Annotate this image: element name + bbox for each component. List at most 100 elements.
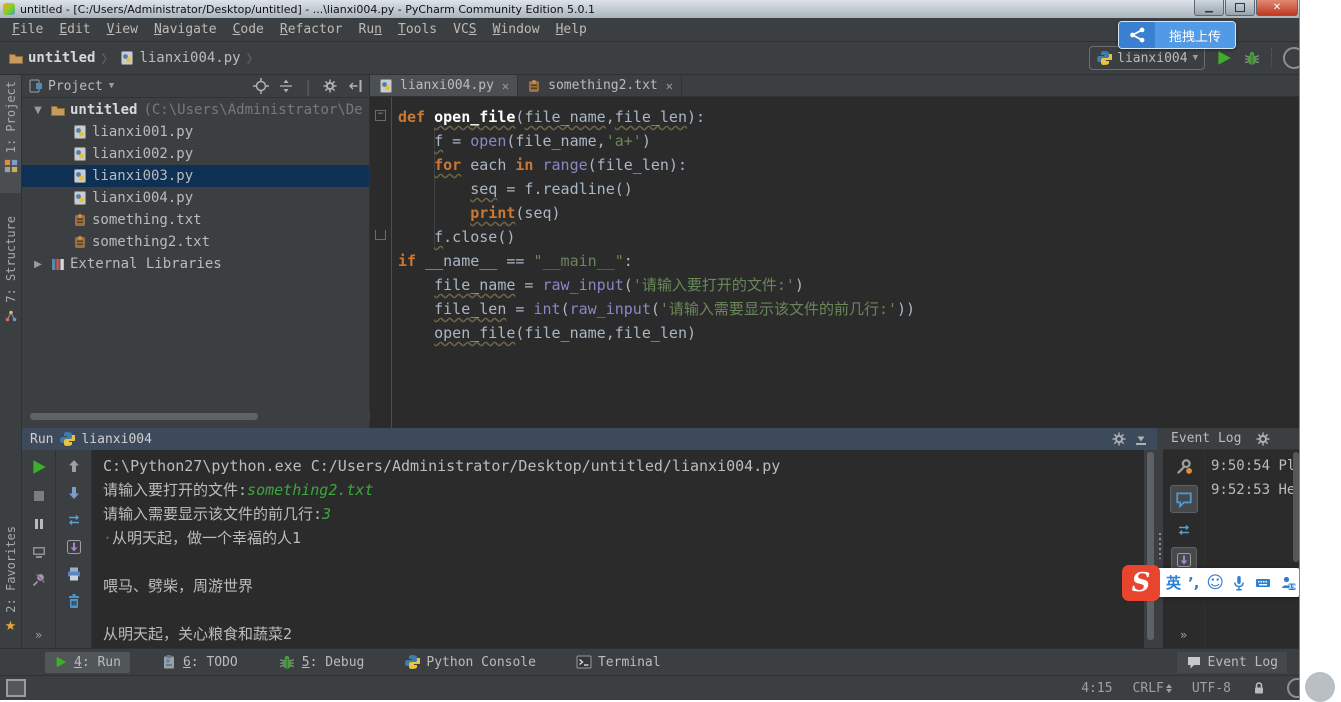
scrollbar-thumb[interactable] bbox=[1147, 452, 1154, 640]
drag-upload-overlay[interactable]: 拖拽上传 bbox=[1118, 21, 1237, 49]
code-view[interactable]: def open_file(file_name,file_len): f = o… bbox=[398, 105, 915, 345]
tool-button-favorites[interactable]: 2: Favorites ★ bbox=[0, 520, 21, 651]
rerun-icon[interactable] bbox=[30, 458, 48, 476]
menu-window[interactable]: Window bbox=[485, 22, 548, 37]
tab-lianxi004[interactable]: lianxi004.py ✕ bbox=[370, 75, 519, 96]
print-icon[interactable] bbox=[66, 566, 82, 582]
run-configuration-select[interactable]: lianxi004 ▼ bbox=[1089, 46, 1205, 70]
minimize-button[interactable]: ▁ bbox=[1194, 0, 1224, 16]
encoding-widget[interactable]: UTF-8 bbox=[1192, 681, 1231, 696]
up-stack-trace-icon[interactable] bbox=[66, 458, 82, 474]
menu-navigate[interactable]: Navigate bbox=[146, 22, 225, 37]
event-log-entry[interactable]: 9:52:53 Help bbox=[1211, 478, 1299, 502]
gear-icon[interactable] bbox=[1255, 431, 1271, 447]
project-horizontal-scrollbar[interactable] bbox=[22, 410, 370, 422]
menu-view[interactable]: View bbox=[99, 22, 146, 37]
run-panel-header[interactable]: Run lianxi004 bbox=[22, 428, 1157, 450]
lock-icon[interactable] bbox=[1251, 680, 1267, 696]
close-button[interactable]: ✕ bbox=[1256, 0, 1298, 16]
collapse-panel-icon[interactable] bbox=[347, 78, 363, 94]
breadcrumb-file[interactable]: lianxi004.py bbox=[139, 50, 240, 66]
menu-run[interactable]: Run bbox=[351, 22, 390, 37]
tool-window-button-6-todo[interactable]: 6: TODO bbox=[152, 652, 247, 673]
ime-punctuation-toggle[interactable]: ’, bbox=[1188, 574, 1199, 592]
ime-language-mode[interactable]: 英 bbox=[1166, 572, 1181, 593]
scrollbar-thumb[interactable] bbox=[30, 413, 258, 420]
tree-file-lianxi002.py[interactable]: lianxi002.py bbox=[22, 143, 369, 165]
debug-button[interactable] bbox=[1243, 49, 1261, 67]
tree-external-libraries-row[interactable]: ▶ External Libraries bbox=[22, 253, 369, 275]
scroll-to-end-icon[interactable] bbox=[66, 539, 82, 555]
settings-wrench-icon[interactable] bbox=[1175, 458, 1193, 476]
fold-collapse-icon[interactable]: − bbox=[375, 110, 386, 121]
menu-vcs[interactable]: VCS bbox=[445, 22, 484, 37]
menu-code[interactable]: Code bbox=[225, 22, 272, 37]
tree-collapsed-icon[interactable]: ▶ bbox=[30, 259, 46, 270]
menu-help[interactable]: Help bbox=[548, 22, 595, 37]
splitter-grip[interactable] bbox=[1159, 533, 1161, 559]
stop-icon[interactable] bbox=[31, 488, 47, 504]
soft-wrap-icon[interactable] bbox=[1176, 522, 1192, 538]
project-panel-header: Project ▼ | bbox=[22, 75, 369, 98]
run-button[interactable] bbox=[1215, 49, 1233, 67]
sogou-logo[interactable]: S bbox=[1122, 565, 1160, 601]
tree-root-row[interactable]: ▼ untitled (C:\Users\Administrator\De bbox=[22, 99, 369, 121]
close-icon[interactable]: ✕ bbox=[502, 79, 509, 93]
tool-window-toggle-icon[interactable] bbox=[6, 679, 26, 697]
clear-console-icon[interactable] bbox=[66, 593, 82, 609]
tree-file-lianxi003.py[interactable]: lianxi003.py bbox=[22, 165, 369, 187]
locate-file-icon[interactable] bbox=[253, 78, 270, 94]
menu-refactor[interactable]: Refactor bbox=[272, 22, 351, 37]
tool-window-button-4-run[interactable]: 4: Run bbox=[45, 651, 130, 673]
down-stack-trace-icon[interactable] bbox=[66, 485, 82, 501]
soft-wrap-icon[interactable] bbox=[66, 512, 82, 528]
keyboard-icon[interactable] bbox=[1254, 575, 1272, 591]
menu-tools[interactable]: Tools bbox=[390, 22, 445, 37]
tree-file-lianxi001.py[interactable]: lianxi001.py bbox=[22, 121, 369, 143]
emoji-icon[interactable]: ☺ bbox=[1206, 573, 1224, 593]
text-file-icon bbox=[526, 78, 542, 94]
console-settings-icon[interactable] bbox=[31, 544, 47, 560]
fold-end-icon[interactable] bbox=[375, 230, 386, 240]
menu-file[interactable]: File bbox=[4, 22, 51, 37]
tool-button-project[interactable]: 1: Project bbox=[0, 75, 21, 193]
menu-edit[interactable]: Edit bbox=[51, 22, 98, 37]
project-tool-icon bbox=[4, 159, 18, 173]
tree-file-something.txt[interactable]: something.txt bbox=[22, 209, 369, 231]
hide-panel-icon[interactable] bbox=[1133, 431, 1149, 447]
user-badge-icon[interactable]: 19 bbox=[1279, 575, 1297, 591]
tool-window-button-5-debug[interactable]: 5: Debug bbox=[269, 652, 374, 673]
event-log-entries[interactable]: 9:50:54 Plat9:52:53 Help bbox=[1207, 450, 1299, 648]
line-ending-widget[interactable]: CRLF bbox=[1133, 681, 1172, 696]
caret-position[interactable]: 4:15 bbox=[1081, 681, 1112, 696]
event-log-button[interactable]: Event Log bbox=[1176, 651, 1287, 673]
event-log-entry[interactable]: 9:50:54 Plat bbox=[1211, 454, 1299, 478]
tree-expanded-icon[interactable]: ▼ bbox=[30, 105, 46, 116]
tree-file-lianxi004.py[interactable]: lianxi004.py bbox=[22, 187, 369, 209]
gear-icon[interactable] bbox=[322, 78, 338, 94]
search-everywhere-icon[interactable] bbox=[1283, 47, 1299, 69]
tree-file-something2.txt[interactable]: something2.txt bbox=[22, 231, 369, 253]
gear-icon[interactable] bbox=[1287, 678, 1299, 698]
split-view-icon[interactable] bbox=[278, 78, 294, 94]
more-actions-icon[interactable]: » bbox=[35, 628, 42, 642]
gear-icon[interactable] bbox=[1111, 431, 1127, 447]
maximize-button[interactable] bbox=[1225, 0, 1255, 16]
pin-icon[interactable] bbox=[31, 572, 47, 588]
tab-something2[interactable]: something2.txt ✕ bbox=[518, 75, 682, 96]
breadcrumb-project[interactable]: untitled bbox=[28, 50, 95, 66]
project-panel-title[interactable]: Project bbox=[48, 79, 103, 94]
event-log-header[interactable]: Event Log bbox=[1163, 428, 1299, 450]
show-balloons-toggle[interactable] bbox=[1169, 485, 1198, 513]
tool-window-button-python-console[interactable]: Python Console bbox=[395, 652, 545, 673]
tool-button-structure[interactable]: 7: Structure bbox=[0, 210, 21, 366]
microphone-icon[interactable] bbox=[1231, 575, 1247, 591]
tool-window-button-terminal[interactable]: Terminal bbox=[567, 652, 670, 673]
more-actions-icon[interactable]: » bbox=[1180, 628, 1187, 642]
tool-window-button-label: 4: Run bbox=[74, 654, 121, 670]
event-log-scrollbar[interactable] bbox=[1293, 452, 1299, 562]
console-output[interactable]: C:\Python27\python.exe C:/Users/Administ… bbox=[92, 450, 1153, 652]
pause-icon[interactable] bbox=[31, 516, 47, 532]
close-icon[interactable]: ✕ bbox=[666, 79, 673, 93]
console-scrollbar[interactable] bbox=[1144, 450, 1157, 648]
